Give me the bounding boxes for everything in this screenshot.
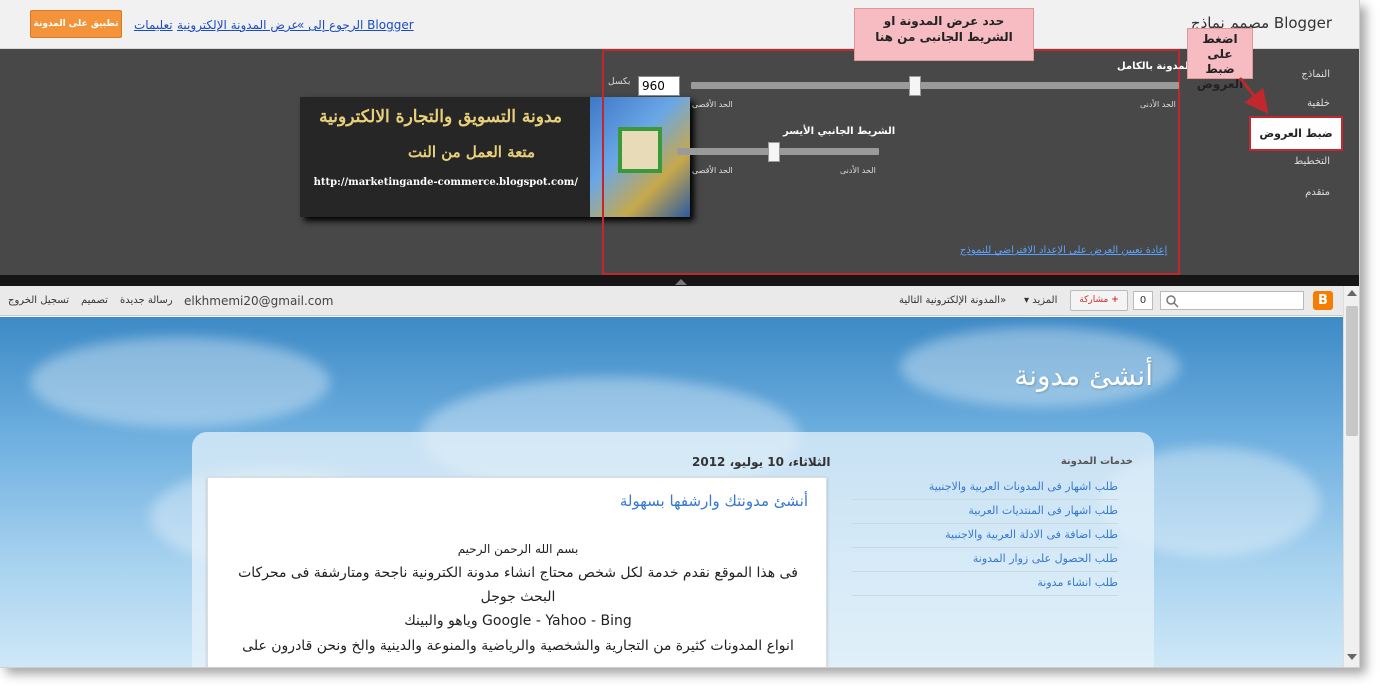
post-line: انواع المدونات كثيرة من التجارية والشخصي…: [242, 638, 794, 654]
search-input[interactable]: [1160, 291, 1304, 310]
sidebar-title: خدمات المدونة: [1060, 456, 1133, 467]
entire-blog-slider-track[interactable]: [691, 82, 1179, 89]
sidebar-link[interactable]: طلب اشهار فى المنتديات العربية: [852, 500, 1118, 524]
back-to-blogger-link[interactable]: « الرجوع إلى Blogger: [297, 18, 414, 32]
scroll-up-icon[interactable]: [1347, 290, 1357, 296]
user-email: elkhmemi20@gmail.com: [184, 294, 334, 308]
more-menu[interactable]: ▾ المزيد: [1024, 295, 1057, 306]
nav-templates[interactable]: النماذج: [1301, 69, 1330, 80]
post-title[interactable]: أنشئ مدونتك وارشفها بسهولة: [620, 492, 808, 510]
banner-subtitle: متعة العمل من النت: [408, 143, 535, 161]
new-post-link[interactable]: رسالة جديدة: [120, 295, 173, 306]
sidebar-link[interactable]: طلب الحصول على زوار المدونة: [852, 548, 1118, 572]
banner-url: http://marketingande-commerce.blogspot.c…: [313, 177, 578, 188]
scroll-thumb[interactable]: [1346, 306, 1358, 436]
nav-adjust-widths[interactable]: ضبط العروض: [1249, 116, 1343, 151]
nav-layout[interactable]: التخطيط: [1294, 156, 1330, 167]
next-blog-link[interactable]: المدونة الإلكترونية التالية»: [899, 295, 1006, 306]
post-card: أنشئ مدونتك وارشفها بسهولة بسم الله الرح…: [207, 477, 827, 667]
share-label: مشاركة: [1079, 295, 1109, 305]
post-line: وياهو والبينك Google - Yahoo - Bing: [404, 613, 632, 629]
scroll-down-icon[interactable]: [1347, 654, 1357, 660]
entire-blog-min-label: الحد الأدنى: [1140, 100, 1176, 109]
callout-click-widths: اضغط على ضبط العروض: [1187, 28, 1253, 91]
blogger-logo-icon[interactable]: B: [1313, 291, 1333, 310]
help-link[interactable]: تعليمات: [134, 18, 173, 32]
share-count: 0: [1133, 291, 1153, 310]
more-label: المزيد: [1032, 295, 1058, 306]
chevron-down-icon: ▾: [1024, 295, 1033, 306]
vertical-scrollbar[interactable]: [1343, 286, 1359, 667]
search-icon: [1166, 295, 1179, 308]
view-blog-link[interactable]: عرض المدونة الإلكترونية: [177, 18, 299, 32]
entire-blog-max-label: الحد الأقصى: [692, 100, 733, 109]
blogger-navbar: تسجيل الخروج تصميم رسالة جديدة elkhmemi2…: [0, 286, 1343, 316]
entire-blog-slider-thumb[interactable]: [909, 76, 922, 96]
sidebar-link[interactable]: طلب انشاء مدونة: [852, 572, 1118, 596]
designer-window: تطبيق على المدونة تعليمات عرض المدونة ال…: [0, 0, 1360, 668]
post-line: البحث جوجل: [480, 589, 556, 605]
sidebar-link[interactable]: طلب اشهار فى المدونات العربية والاجنبية: [852, 476, 1118, 500]
banner-title: مدونة التسويق والتجارة الالكترونية: [319, 107, 562, 127]
callout-set-width: حدد عرض المدونة او الشريط الجانبى من هنا: [854, 8, 1034, 61]
google-plus-icon: +: [1111, 295, 1119, 305]
blog-title[interactable]: أنشئ مدونة: [1014, 359, 1153, 392]
reset-widths-link[interactable]: إعادة تعيين العرض على الإعداد الافتراضي …: [960, 245, 1167, 256]
collapse-arrow-icon[interactable]: [675, 279, 687, 285]
left-sidebar-label: الشريط الجانبي الأيسر: [783, 126, 896, 137]
designer-top-bar: تطبيق على المدونة تعليمات عرض المدونة ال…: [0, 0, 1359, 49]
entire-blog-label: المدونة بالكامل: [1117, 61, 1193, 72]
apply-to-blog-button[interactable]: تطبيق على المدونة: [30, 10, 122, 38]
callout-arrow-icon: [1238, 77, 1269, 115]
share-button[interactable]: مشاركة +: [1070, 290, 1128, 311]
sidebar-link[interactable]: طلب اضافة فى الادلة العربية والاجنبية: [852, 524, 1118, 548]
left-sidebar-slider-thumb[interactable]: [767, 142, 780, 162]
post-date: الثلاثاء، 10 يوليو، 2012: [692, 455, 831, 469]
left-sidebar-min-label: الحد الأدنى: [840, 166, 876, 175]
left-sidebar-max-label: الحد الأقصى: [692, 166, 733, 175]
design-link[interactable]: تصميم: [81, 295, 108, 306]
nav-advanced[interactable]: متقدم: [1305, 187, 1330, 198]
sign-out-link[interactable]: تسجيل الخروج: [8, 295, 69, 306]
blog-width-input[interactable]: [638, 76, 680, 96]
nav-background[interactable]: خلفية: [1307, 98, 1330, 109]
post-line: فى هذا الموقع نقدم خدمة لكل شخص محتاج ان…: [238, 565, 798, 581]
px-unit-label: بكسل: [608, 77, 631, 87]
post-line: بسم الله الرحمن الرحيم: [457, 542, 579, 556]
